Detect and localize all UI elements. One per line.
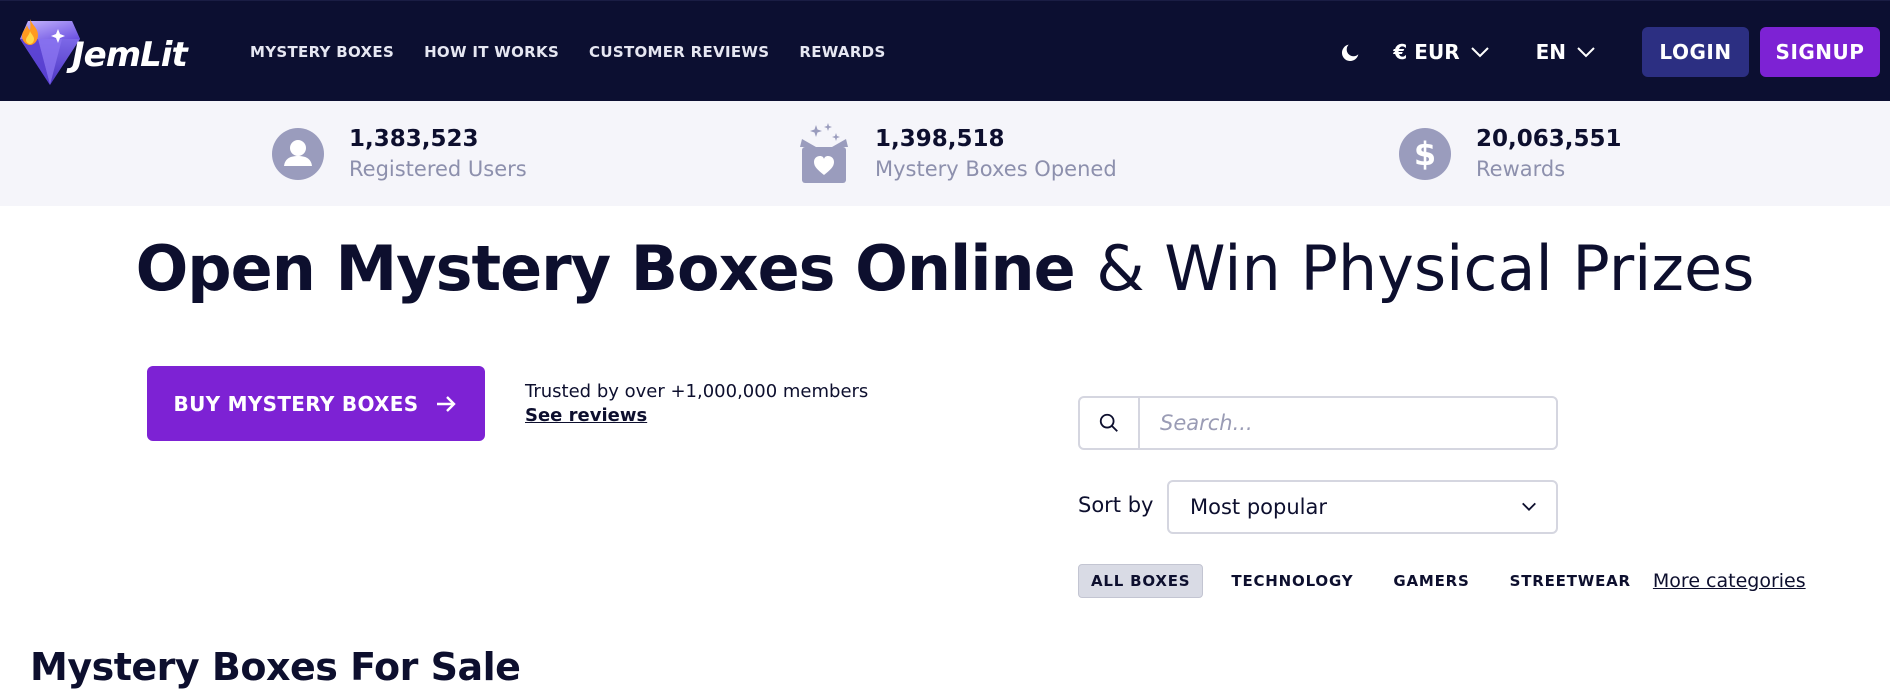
nav-mystery-boxes[interactable]: MYSTERY BOXES bbox=[250, 43, 394, 61]
sort-label: Sort by bbox=[1078, 493, 1154, 517]
chevron-down-icon bbox=[1522, 502, 1536, 511]
stats-bar: 1,383,523 Registered Users 1,398,518 Mys… bbox=[0, 101, 1890, 206]
more-categories-link[interactable]: More categories bbox=[1653, 570, 1806, 592]
section-title: Mystery Boxes For Sale bbox=[30, 645, 521, 689]
chevron-down-icon bbox=[1577, 46, 1595, 57]
jemlit-logo[interactable]: JemLit bbox=[20, 19, 205, 89]
top-navbar: JemLit MYSTERY BOXES HOW IT WORKS CUSTOM… bbox=[0, 0, 1890, 101]
main-nav: MYSTERY BOXES HOW IT WORKS CUSTOMER REVI… bbox=[250, 1, 916, 102]
currency-value: € EUR bbox=[1393, 39, 1460, 64]
stat-boxes-opened: 1,398,518 Mystery Boxes Opened bbox=[797, 101, 1117, 206]
stat-registered-users: 1,383,523 Registered Users bbox=[271, 101, 527, 206]
category-technology[interactable]: TECHNOLOGY bbox=[1219, 564, 1365, 598]
language-value: EN bbox=[1535, 39, 1566, 64]
login-button[interactable]: LOGIN bbox=[1642, 26, 1749, 77]
nav-how-it-works[interactable]: HOW IT WORKS bbox=[424, 43, 559, 61]
logo-wordmark: JemLit bbox=[72, 35, 188, 75]
stat-label: Mystery Boxes Opened bbox=[875, 156, 1117, 181]
stat-value: 20,063,551 bbox=[1476, 125, 1622, 152]
stat-value: 1,383,523 bbox=[349, 125, 479, 152]
nav-rewards[interactable]: REWARDS bbox=[799, 43, 885, 61]
stat-label: Registered Users bbox=[349, 156, 527, 181]
sort-value: Most popular bbox=[1190, 495, 1327, 519]
nav-actions: € EUR EN LOGIN SIGNUP bbox=[1339, 1, 1880, 102]
stat-label: Rewards bbox=[1476, 156, 1566, 181]
hero-title-strong: Open Mystery Boxes Online bbox=[135, 232, 1076, 305]
category-tabs: ALL BOXES TECHNOLOGY GAMERS STREETWEAR M… bbox=[1078, 564, 1806, 598]
search-input[interactable] bbox=[1140, 398, 1556, 448]
hero-title: Open Mystery Boxes Online & Win Physical… bbox=[0, 232, 1890, 305]
user-icon bbox=[271, 124, 325, 184]
chevron-down-icon bbox=[1470, 46, 1489, 57]
category-streetwear[interactable]: STREETWEAR bbox=[1498, 564, 1643, 598]
see-reviews-link[interactable]: See reviews bbox=[525, 404, 647, 428]
language-dropdown[interactable]: EN bbox=[1536, 40, 1596, 64]
sort-select[interactable]: Most popular bbox=[1167, 480, 1558, 534]
buy-mystery-boxes-button[interactable]: BUY MYSTERY BOXES bbox=[147, 366, 485, 441]
hero-title-light: & Win Physical Prizes bbox=[1096, 232, 1755, 305]
svg-text:$: $ bbox=[1414, 135, 1436, 173]
category-gamers[interactable]: GAMERS bbox=[1381, 564, 1481, 598]
buy-button-label: BUY MYSTERY BOXES bbox=[173, 391, 419, 416]
stat-rewards: $ 20,063,551 Rewards bbox=[1398, 101, 1622, 206]
category-all-boxes[interactable]: ALL BOXES bbox=[1078, 564, 1204, 598]
moon-icon[interactable] bbox=[1339, 40, 1363, 64]
flame-icon bbox=[22, 19, 38, 45]
nav-customer-reviews[interactable]: CUSTOMER REVIEWS bbox=[589, 43, 769, 61]
search-icon[interactable] bbox=[1080, 398, 1140, 448]
search-box bbox=[1078, 396, 1558, 450]
currency-dropdown[interactable]: € EUR bbox=[1393, 40, 1489, 64]
stat-value: 1,398,518 bbox=[875, 125, 1005, 152]
dollar-icon: $ bbox=[1398, 124, 1452, 184]
trusted-text: Trusted by over +1,000,000 members bbox=[525, 381, 869, 402]
gift-box-icon bbox=[797, 122, 851, 184]
arrow-right-icon bbox=[437, 395, 457, 412]
signup-button[interactable]: SIGNUP bbox=[1760, 26, 1880, 77]
